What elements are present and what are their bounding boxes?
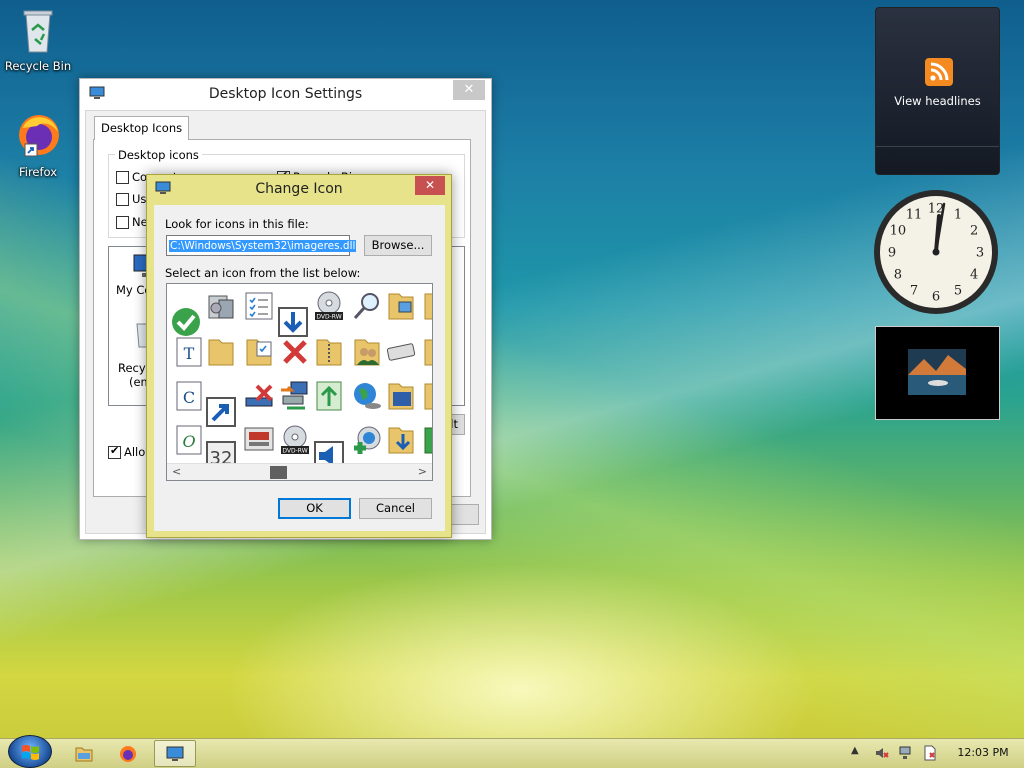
folder-icon[interactable] xyxy=(421,290,433,322)
font-c-icon[interactable]: C xyxy=(173,380,205,412)
desktop-icon-label: Firefox xyxy=(18,165,58,179)
list-label: Select an icon from the list below: xyxy=(165,266,361,280)
svg-text:T: T xyxy=(184,344,195,363)
taskbar-firefox[interactable] xyxy=(108,740,148,767)
look-for-label: Look for icons in this file: xyxy=(165,217,309,231)
svg-text:DVD-RW: DVD-RW xyxy=(282,448,307,455)
svg-text:C: C xyxy=(183,388,195,407)
scroll-right-icon[interactable]: > xyxy=(418,465,427,478)
network-icon[interactable] xyxy=(898,745,914,761)
landscape-photo xyxy=(908,349,966,395)
clock-numeral: 4 xyxy=(970,268,978,283)
folder-icon xyxy=(75,747,93,761)
magnifier-icon[interactable] xyxy=(351,290,383,322)
shortcut-arrow-icon[interactable] xyxy=(205,396,237,428)
network-drive-icon[interactable] xyxy=(205,290,237,322)
clock-numeral: 7 xyxy=(910,284,918,299)
window-title: Desktop Icon Settings xyxy=(208,86,363,102)
rss-feed-icon xyxy=(925,58,953,86)
clock-gadget[interactable]: 12 1234567891011 xyxy=(872,188,1000,316)
font-o-icon[interactable]: O xyxy=(173,424,205,456)
file-path-text: C:\Windows\System32\imageres.dll xyxy=(169,240,357,252)
checkbox-box xyxy=(116,193,129,206)
font-icon[interactable]: T xyxy=(173,336,205,368)
clock-numeral: 11 xyxy=(906,207,923,222)
tray-show-hidden-icon[interactable]: ▲ xyxy=(851,745,859,756)
icon-grid[interactable]: DVD-RW T C O 32 DVD-RW < > xyxy=(166,283,433,481)
recycle-bin-icon xyxy=(23,10,53,53)
folder-icon[interactable] xyxy=(421,336,433,368)
dvd-rw-icon[interactable]: DVD-RW xyxy=(313,290,345,322)
close-icon: ✕ xyxy=(463,82,475,97)
keyboard-icon[interactable] xyxy=(385,336,417,368)
clock-numeral: 1 xyxy=(954,207,962,222)
folder-icon[interactable] xyxy=(421,380,433,412)
folder-blue-icon[interactable] xyxy=(385,380,417,412)
scanner-icon[interactable] xyxy=(243,424,275,456)
svg-text:O: O xyxy=(182,432,195,451)
folder-tasks-icon[interactable] xyxy=(243,336,275,368)
feed-headlines-gadget[interactable]: View headlines xyxy=(875,7,1000,175)
action-center-icon[interactable] xyxy=(922,745,938,761)
scrollbar-thumb[interactable] xyxy=(270,466,287,479)
download-icon[interactable] xyxy=(277,306,309,338)
close-button[interactable]: ✕ xyxy=(415,176,445,195)
folder-download-icon[interactable] xyxy=(385,424,417,456)
taskbar-display-settings[interactable] xyxy=(154,740,196,767)
taskbar-clock[interactable]: 12:03 PM xyxy=(950,746,1016,759)
clock-numeral: 9 xyxy=(888,246,896,261)
folder-zip-icon[interactable] xyxy=(313,336,345,368)
checkbox-box xyxy=(116,216,129,229)
start-button[interactable] xyxy=(8,735,52,768)
checklist-icon[interactable] xyxy=(243,290,275,322)
scroll-left-icon[interactable]: < xyxy=(172,465,181,478)
cancel-button[interactable]: Cancel xyxy=(359,498,432,519)
folder-icon[interactable] xyxy=(205,336,237,368)
browse-button[interactable]: Browse... xyxy=(364,235,432,256)
taskbar-file-explorer[interactable] xyxy=(64,740,104,767)
clock-numeral: 6 xyxy=(932,290,940,305)
clock-numeral: 8 xyxy=(894,268,902,283)
clock-numeral: 2 xyxy=(970,224,978,239)
horizontal-scrollbar[interactable]: < > xyxy=(167,463,432,480)
add-media-icon[interactable] xyxy=(351,424,383,456)
change-icon-dialog: Change Icon ✕ Look for icons in this fil… xyxy=(146,174,452,538)
ok-button[interactable]: OK xyxy=(278,498,351,519)
dvd-rw-icon[interactable]: DVD-RW xyxy=(279,424,311,456)
upload-icon[interactable] xyxy=(313,380,345,412)
gadget-divider xyxy=(876,146,999,147)
folder-green-icon[interactable] xyxy=(421,424,433,456)
disconnect-drive-icon[interactable] xyxy=(243,380,275,412)
firefox-icon xyxy=(19,115,59,157)
display-icon xyxy=(166,746,184,761)
firefox-icon xyxy=(120,745,136,762)
globe-network-icon[interactable] xyxy=(351,380,383,412)
delete-icon[interactable] xyxy=(279,336,311,368)
view-headlines-label[interactable]: View headlines xyxy=(876,94,999,108)
checkbox-box xyxy=(108,444,121,459)
close-button[interactable]: ✕ xyxy=(453,80,485,100)
desktop-icon-firefox[interactable]: Firefox xyxy=(0,110,76,179)
users-icon[interactable] xyxy=(351,336,383,368)
network-checkbox[interactable]: Ne xyxy=(116,215,148,229)
clock-numeral: 3 xyxy=(976,246,984,261)
dialog-title: Change Icon xyxy=(255,181,343,197)
volume-muted-icon[interactable] xyxy=(874,745,890,761)
svg-text:DVD-RW: DVD-RW xyxy=(316,314,341,321)
desktop-icon-label: Recycle Bin xyxy=(4,59,72,73)
checkbox-box xyxy=(116,171,129,184)
clock-numeral: 5 xyxy=(954,284,962,299)
network-transfer-icon[interactable] xyxy=(279,380,311,412)
clock-numeral: 10 xyxy=(890,224,907,239)
file-path-input[interactable]: C:\Windows\System32\imageres.dll xyxy=(166,235,357,256)
dialog-body: Look for icons in this file: C:\Windows\… xyxy=(154,205,445,531)
group-label: Desktop icons xyxy=(115,148,202,162)
desktop-icon-recycle-bin[interactable]: Recycle Bin xyxy=(0,6,76,73)
close-icon: ✕ xyxy=(424,178,436,192)
slideshow-gadget[interactable] xyxy=(875,326,1000,420)
tab-desktop-icons[interactable]: Desktop Icons xyxy=(94,116,190,140)
folder-picture-icon[interactable] xyxy=(385,290,417,322)
checkmark-icon[interactable] xyxy=(170,306,202,338)
